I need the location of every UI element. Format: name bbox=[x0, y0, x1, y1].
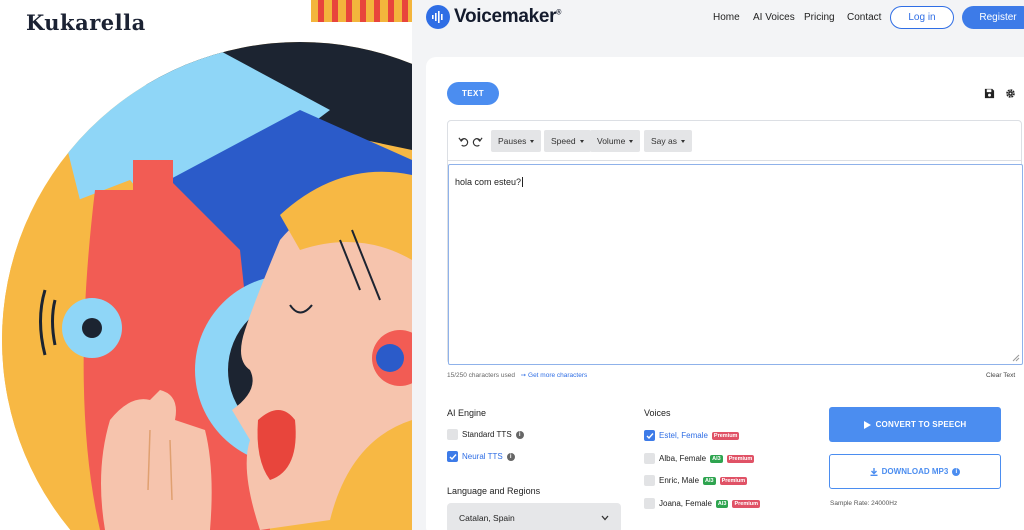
voice-item-enric[interactable]: Enric, Male AI3 Premium bbox=[644, 475, 748, 486]
ai3-badge: AI3 bbox=[703, 476, 716, 485]
logo-label: Voicemaker bbox=[454, 6, 557, 27]
soundwave-icon bbox=[426, 5, 450, 29]
play-icon bbox=[863, 420, 871, 429]
gear-icon[interactable] bbox=[1004, 87, 1016, 99]
premium-badge: Premium bbox=[711, 431, 740, 440]
clear-text-button[interactable]: Clear Text bbox=[986, 372, 1015, 379]
checkbox[interactable] bbox=[644, 453, 655, 464]
undo-icon[interactable] bbox=[458, 136, 469, 147]
brand-logo: Kukarella bbox=[26, 10, 146, 35]
save-icon[interactable] bbox=[983, 87, 995, 99]
nav-link-ai-voices[interactable]: AI Voices bbox=[753, 12, 795, 23]
voice-label: Enric, Male bbox=[659, 476, 700, 485]
premium-badge: Premium bbox=[719, 476, 748, 485]
text-cursor bbox=[522, 177, 524, 187]
volume-label: Volume bbox=[597, 136, 626, 146]
podcast-illustration bbox=[2, 0, 412, 530]
engine-option-label: Standard TTS bbox=[462, 430, 512, 439]
info-icon[interactable]: i bbox=[515, 430, 524, 439]
illustration-panel: Kukarella bbox=[0, 0, 412, 530]
get-more-characters-link[interactable]: ➙ Get more characters bbox=[521, 372, 588, 379]
speed-label: Speed bbox=[551, 136, 576, 146]
checkbox-checked[interactable] bbox=[447, 451, 458, 462]
tab-text[interactable]: TEXT bbox=[447, 82, 499, 105]
download-icon bbox=[870, 467, 878, 476]
redo-icon[interactable] bbox=[472, 136, 483, 147]
ai3-badge: AI3 bbox=[715, 499, 729, 508]
checkbox[interactable] bbox=[447, 429, 458, 440]
register-button[interactable]: Register bbox=[962, 6, 1024, 29]
info-icon[interactable]: i bbox=[506, 452, 515, 461]
info-icon[interactable]: i bbox=[952, 467, 961, 476]
login-button[interactable]: Log in bbox=[890, 6, 954, 29]
premium-badge: Premium bbox=[726, 454, 755, 463]
voices-title: Voices bbox=[644, 408, 671, 418]
engine-option-label: Neural TTS bbox=[462, 452, 503, 461]
language-selected-value: Catalan, Spain bbox=[459, 513, 515, 523]
say-as-dropdown[interactable]: Say as bbox=[644, 130, 692, 152]
pauses-label: Pauses bbox=[498, 136, 527, 146]
nav-link-contact[interactable]: Contact bbox=[847, 12, 881, 23]
voice-label: Alba, Female bbox=[659, 454, 707, 463]
check-icon bbox=[646, 432, 654, 439]
premium-badge: Premium bbox=[732, 499, 761, 508]
top-navbar: Voicemaker® Home AI Voices Pricing Conta… bbox=[412, 0, 1024, 38]
caret-down-icon bbox=[579, 139, 584, 143]
convert-to-speech-button[interactable]: CONVERT TO SPEECH bbox=[829, 407, 1001, 442]
language-select[interactable]: Catalan, Spain bbox=[447, 503, 621, 530]
text-input-value: hola com esteu? bbox=[455, 177, 522, 187]
check-icon bbox=[449, 453, 457, 460]
checkbox[interactable] bbox=[644, 498, 655, 509]
voice-label: Joana, Female bbox=[659, 499, 712, 508]
caret-down-icon bbox=[530, 139, 535, 143]
voicemaker-logo[interactable]: Voicemaker® bbox=[426, 5, 561, 29]
pauses-dropdown[interactable]: Pauses bbox=[491, 130, 542, 152]
download-mp3-button[interactable]: DOWNLOAD MP3 i bbox=[829, 454, 1001, 489]
logo-text: Voicemaker® bbox=[454, 6, 561, 28]
chevron-down-icon bbox=[601, 515, 609, 521]
engine-option-neural[interactable]: Neural TTS i bbox=[447, 451, 515, 462]
checkbox[interactable] bbox=[644, 475, 655, 486]
voice-item-joana[interactable]: Joana, Female AI3 Premium bbox=[644, 498, 761, 509]
editor-toolbar: Pauses Speed Volume Say as bbox=[448, 121, 1021, 161]
ai-engine-title: AI Engine bbox=[447, 408, 487, 418]
language-regions-title: Language and Regions bbox=[447, 486, 541, 496]
text-editor: Pauses Speed Volume Say as hola com este… bbox=[447, 120, 1023, 365]
download-label: DOWNLOAD MP3 bbox=[881, 467, 949, 476]
logo-registered-mark: ® bbox=[556, 9, 562, 17]
resize-handle-icon[interactable] bbox=[1012, 354, 1020, 362]
editor-card: TEXT Pauses Speed Volume Say as hola com… bbox=[426, 57, 1024, 530]
text-input-area[interactable]: hola com esteu? bbox=[448, 164, 1023, 365]
app-panel: Voicemaker® Home AI Voices Pricing Conta… bbox=[412, 0, 1024, 530]
voice-label: Estel, Female bbox=[659, 431, 708, 440]
nav-link-pricing[interactable]: Pricing bbox=[804, 12, 835, 23]
speed-dropdown[interactable]: Speed bbox=[544, 130, 591, 152]
volume-dropdown[interactable]: Volume bbox=[590, 130, 641, 152]
counter-text: 15/250 characters used bbox=[447, 372, 515, 379]
caret-down-icon bbox=[681, 139, 685, 143]
sample-rate-text: Sample Rate: 24000Hz bbox=[830, 500, 898, 507]
caret-down-icon bbox=[629, 139, 634, 143]
voice-item-estel[interactable]: Estel, Female Premium bbox=[644, 430, 740, 441]
say-as-label: Say as bbox=[651, 136, 677, 146]
ai3-badge: AI3 bbox=[710, 454, 723, 463]
character-counter: 15/250 characters used ➙ Get more charac… bbox=[447, 371, 587, 379]
voice-item-alba[interactable]: Alba, Female AI3 Premium bbox=[644, 453, 755, 464]
convert-label: CONVERT TO SPEECH bbox=[875, 420, 967, 429]
nav-link-home[interactable]: Home bbox=[713, 12, 740, 23]
checkbox-checked[interactable] bbox=[644, 430, 655, 441]
engine-option-standard[interactable]: Standard TTS i bbox=[447, 429, 524, 440]
stripes-decoration bbox=[311, 0, 412, 22]
get-more-label: Get more characters bbox=[528, 372, 588, 379]
